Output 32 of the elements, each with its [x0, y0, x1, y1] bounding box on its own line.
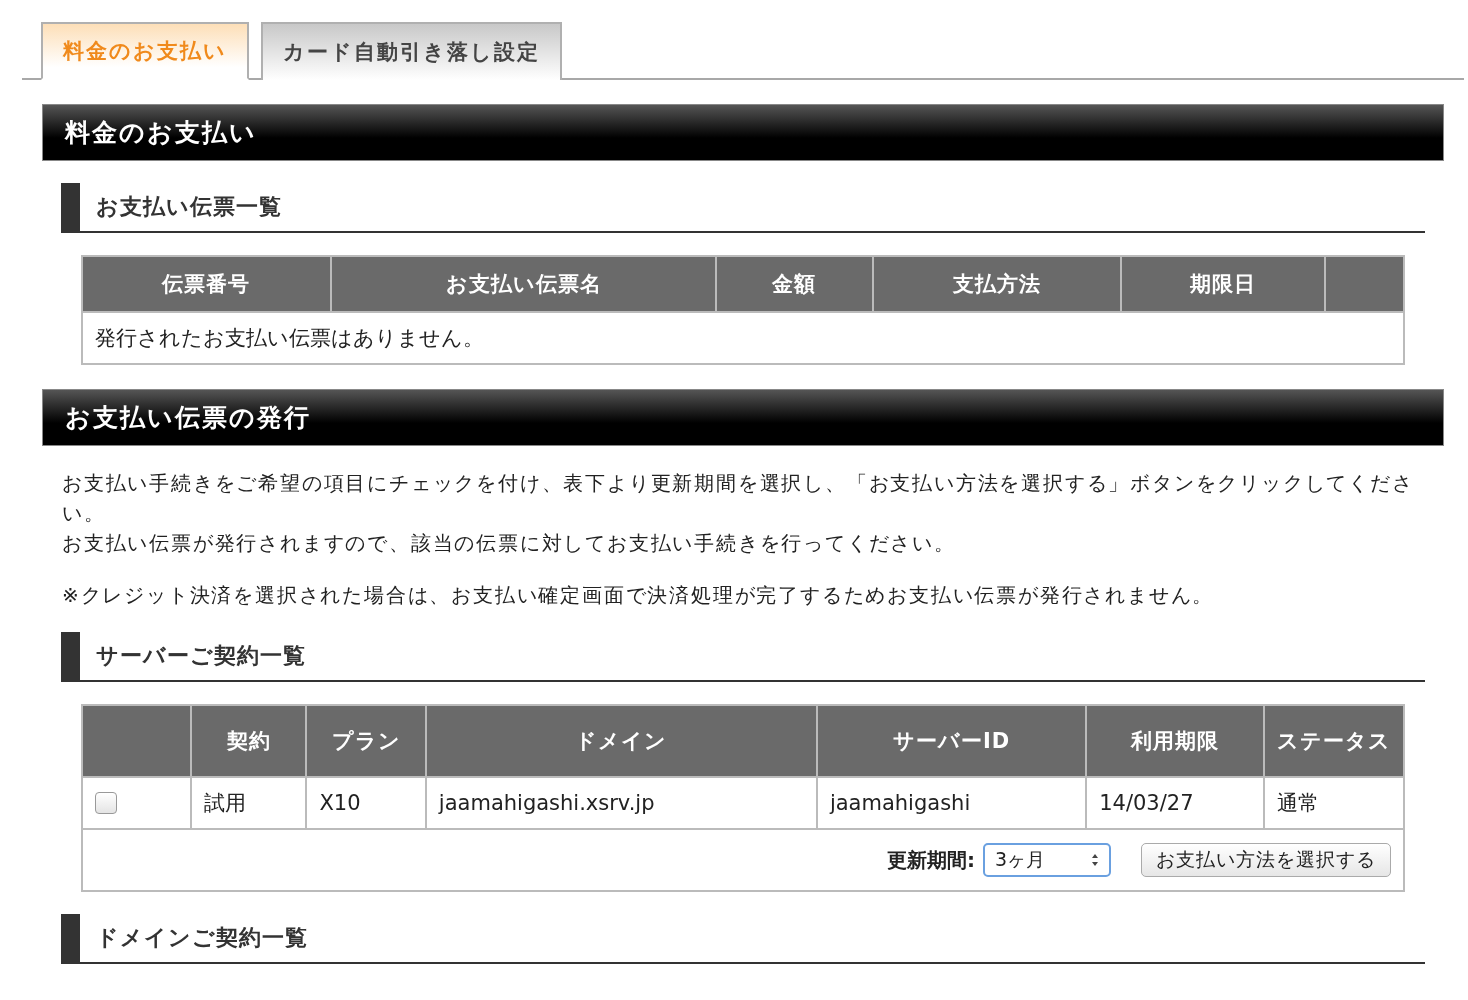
subheading: サーバーご契約一覧	[61, 632, 1425, 682]
table-cell: 通常	[1263, 777, 1404, 829]
table-cell: jaamahigashi.xsrv.jp	[425, 777, 817, 829]
column-header: ステータス	[1263, 705, 1404, 777]
column-header: 金額	[716, 256, 873, 312]
period-label: 更新期間:	[887, 846, 975, 874]
subheading: お支払い伝票一覧	[61, 183, 1425, 233]
instruction-text: お支払い伝票が発行されますので、該当の伝票に対してお支払い手続きを行ってください。	[62, 530, 957, 557]
instruction-text: ※クレジット決済を選択された場合は、お支払い確定画面で決済処理が完了するためお支払い伝票が発行されません。	[62, 582, 1216, 609]
select-payment-method-button[interactable]: お支払い方法を選択する	[1141, 843, 1391, 877]
period-select[interactable]: 3ヶ月	[983, 843, 1111, 877]
column-header: お支払い伝票名	[330, 256, 717, 312]
column-header: 利用期限	[1086, 705, 1264, 777]
table-cell: 14/03/27	[1086, 777, 1264, 829]
table-cell: 試用	[190, 777, 307, 829]
tab[interactable]: カード自動引き落し設定	[261, 22, 562, 80]
checkbox[interactable]	[95, 792, 117, 814]
column-header: サーバーID	[816, 705, 1087, 777]
column-header: 契約	[190, 705, 307, 777]
table-cell: X10	[306, 777, 426, 829]
section-title-bar: 料金のお支払い	[42, 104, 1444, 161]
table-cell: jaamahigashi	[816, 777, 1087, 829]
column-header: 支払方法	[872, 256, 1121, 312]
column-header: ドメイン	[425, 705, 817, 777]
section-title-bar: お支払い伝票の発行	[42, 389, 1444, 446]
instruction-text: お支払い手続きをご希望の項目にチェックを付け、表下より更新期間を選択し、「お支払い方法を選択する」ボタンをクリックしてください。	[62, 470, 1415, 527]
column-header: プラン	[306, 705, 426, 777]
column-header: 伝票番号	[82, 256, 331, 312]
column-header: 期限日	[1120, 256, 1326, 312]
empty-message: 発行されたお支払い伝票はありません。	[82, 312, 1404, 364]
updown-arrows-icon	[1091, 853, 1099, 867]
subheading: ドメインご契約一覧	[61, 914, 1425, 964]
